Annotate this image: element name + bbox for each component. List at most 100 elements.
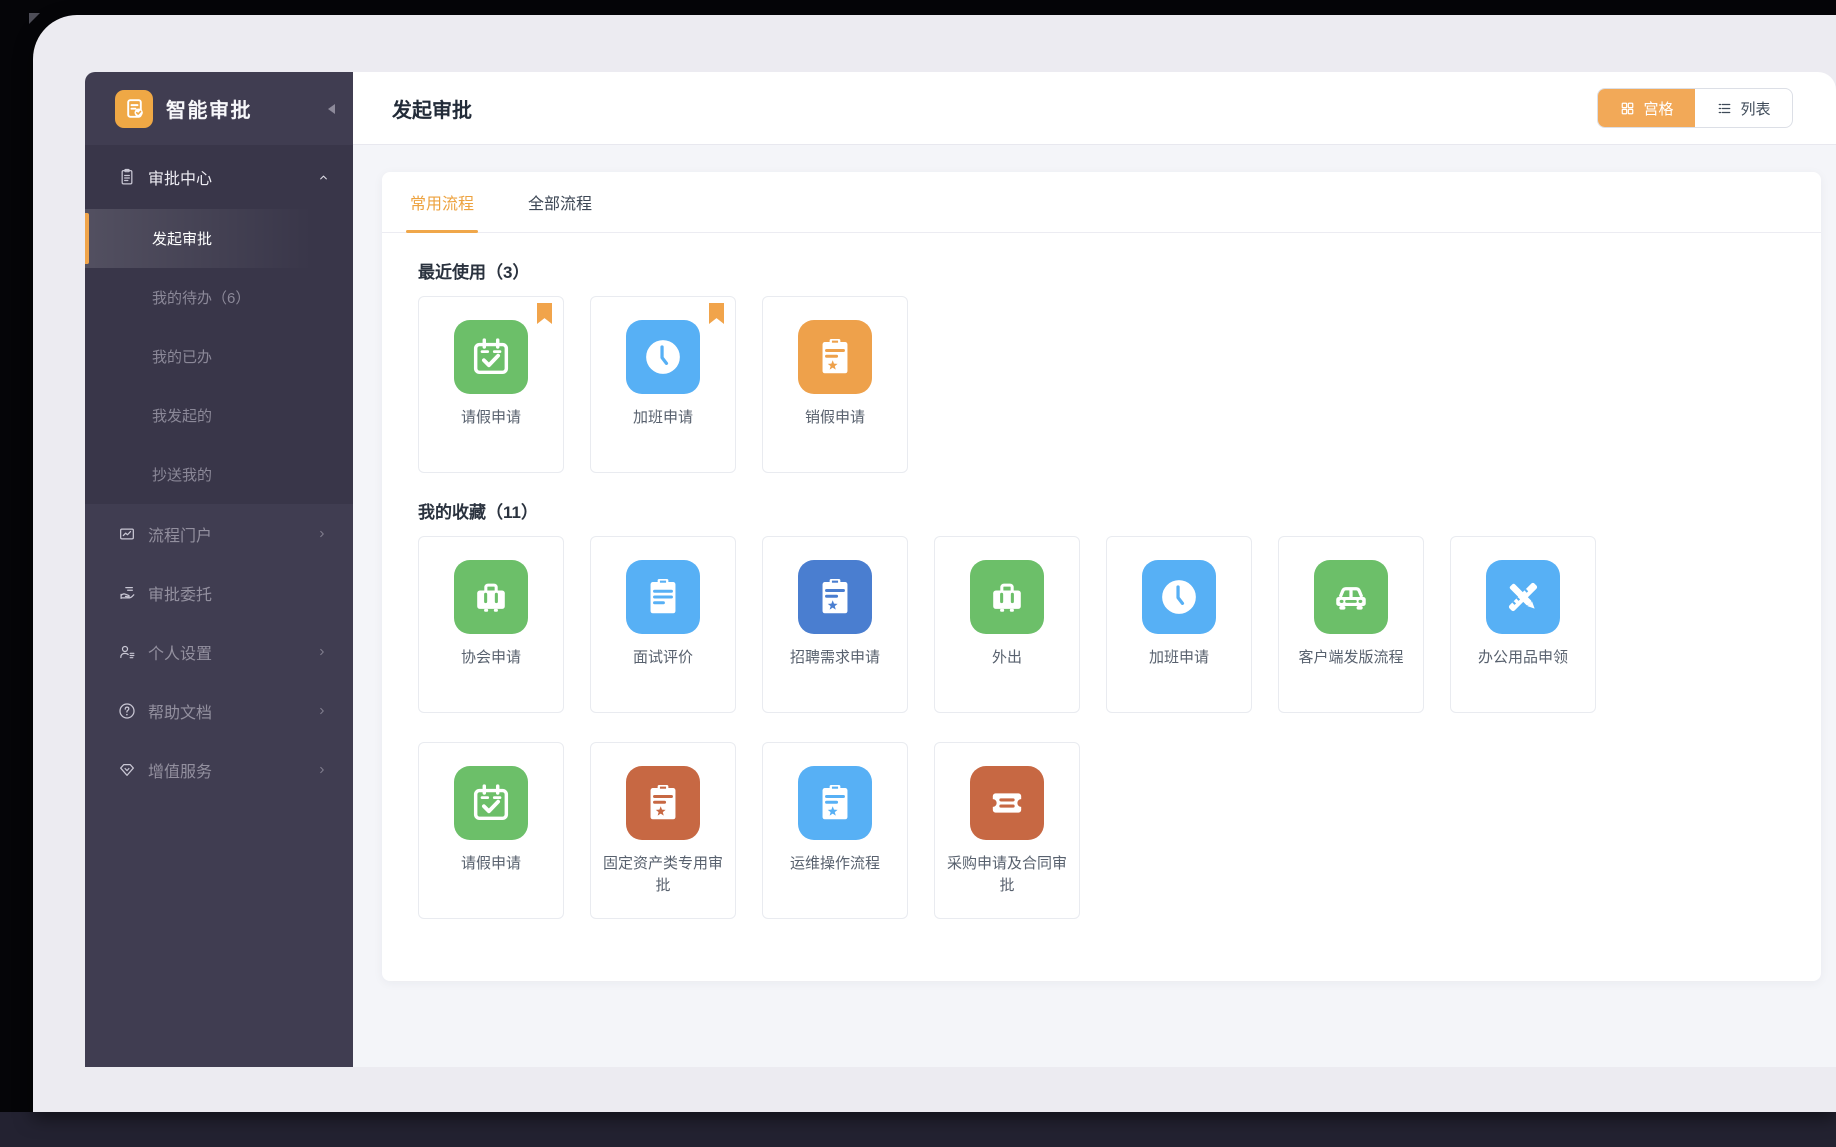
chevron-right-icon <box>315 763 329 777</box>
sidebar-item-approval-center[interactable]: 审批中心 <box>85 145 353 209</box>
sidebar-item-label: 我的待办（6） <box>152 287 250 308</box>
brand: 智能审批 <box>85 72 353 145</box>
flow-icon-tile <box>798 560 872 634</box>
chevron-right-icon <box>315 645 329 659</box>
flow-card[interactable]: 外出 <box>934 536 1080 713</box>
tab-all-flows[interactable]: 全部流程 <box>524 190 596 232</box>
flow-card-label: 办公用品申领 <box>1469 647 1577 669</box>
sidebar-item-label: 我发起的 <box>152 405 212 426</box>
grid-view-label: 宫格 <box>1643 98 1673 119</box>
delegation-hand-icon <box>117 583 137 603</box>
section-title-recent: 最近使用（3） <box>418 258 1821 283</box>
flow-card-label: 请假申请 <box>452 407 530 429</box>
list-icon <box>1716 100 1733 117</box>
app-window: 智能审批 审批中心 发起审批 我的待办（6） 我的已办 我发起的 抄送我的 <box>33 15 1836 1112</box>
briefcase-icon <box>984 574 1030 620</box>
briefcase-icon <box>468 574 514 620</box>
sidebar-item-process-portal[interactable]: 流程门户 <box>85 504 353 563</box>
flow-card[interactable]: 客户端发版流程 <box>1278 536 1424 713</box>
flow-card[interactable]: 协会申请 <box>418 536 564 713</box>
flow-card[interactable]: 采购申请及合同审批 <box>934 742 1080 919</box>
flow-icon-tile <box>798 766 872 840</box>
flow-card-label: 加班申请 <box>1140 647 1218 669</box>
flow-card[interactable]: 办公用品申领 <box>1450 536 1596 713</box>
view-toggle: 宫格 列表 <box>1597 88 1793 128</box>
sidebar-item-value-added-services[interactable]: 增值服务 <box>85 740 353 799</box>
flow-card-label: 外出 <box>983 647 1031 669</box>
sidebar-item-my-done[interactable]: 我的已办 <box>85 327 353 386</box>
flow-card[interactable]: 运维操作流程 <box>762 742 908 919</box>
clock-icon <box>1156 574 1202 620</box>
flow-icon-tile <box>626 320 700 394</box>
flow-card[interactable]: 固定资产类专用审批 <box>590 742 736 919</box>
grid-view-button[interactable]: 宫格 <box>1598 89 1695 127</box>
value-added-icon <box>117 760 137 780</box>
flow-card-label: 客户端发版流程 <box>1289 647 1412 669</box>
clipboard-star-icon <box>812 574 858 620</box>
flow-icon-tile <box>454 320 528 394</box>
flow-card-label: 面试评价 <box>624 647 702 669</box>
brand-title: 智能审批 <box>166 94 252 123</box>
portal-chart-icon <box>117 524 137 544</box>
bookmark-icon[interactable] <box>537 303 552 324</box>
flow-card-label: 固定资产类专用审批 <box>591 853 735 897</box>
flow-icon-tile <box>1314 560 1388 634</box>
sidebar-item-label: 发起审批 <box>152 228 212 249</box>
page-title: 发起审批 <box>392 94 472 123</box>
approval-center-section: 审批中心 发起审批 我的待办（6） 我的已办 我发起的 抄送我的 <box>85 145 353 504</box>
sidebar-item-help-docs[interactable]: 帮助文档 <box>85 681 353 740</box>
flow-icon-tile <box>626 766 700 840</box>
sidebar-item-label: 审批中心 <box>148 165 212 189</box>
flow-icon-tile <box>1142 560 1216 634</box>
page-header: 发起审批 宫格 列表 <box>353 72 1836 145</box>
flow-card[interactable]: 请假申请 <box>418 742 564 919</box>
sidebar-item-label: 个人设置 <box>148 640 212 664</box>
sidebar-item-label: 审批委托 <box>148 581 212 605</box>
calendar-check-icon <box>468 780 514 826</box>
tab-common-flows[interactable]: 常用流程 <box>406 190 478 232</box>
clipboard-star-icon <box>812 780 858 826</box>
flow-card-label: 加班申请 <box>624 407 702 429</box>
sidebar-item-label: 帮助文档 <box>148 699 212 723</box>
flow-icon-tile <box>454 560 528 634</box>
calendar-check-icon <box>468 334 514 380</box>
sidebar-item-label: 流程门户 <box>148 522 212 546</box>
list-view-label: 列表 <box>1740 98 1770 119</box>
clipboard-star-icon <box>812 334 858 380</box>
corner-decoration <box>29 13 40 24</box>
flow-card[interactable]: 加班申请 <box>1106 536 1252 713</box>
sidebar-item-personal-settings[interactable]: 个人设置 <box>85 622 353 681</box>
sidebar-item-my-initiated[interactable]: 我发起的 <box>85 386 353 445</box>
sidebar-item-initiate-approval[interactable]: 发起审批 <box>85 209 353 268</box>
clock-icon <box>640 334 686 380</box>
flow-card[interactable]: 请假申请 <box>418 296 564 473</box>
flow-card-label: 请假申请 <box>452 853 530 875</box>
car-icon <box>1328 574 1374 620</box>
favorites-grid-row-2: 请假申请 固定资产类专用审批 运维操作流程 <box>382 713 1821 919</box>
flow-icon-tile <box>970 560 1044 634</box>
clipboard-lines-icon <box>640 574 686 620</box>
flow-card[interactable]: 加班申请 <box>590 296 736 473</box>
grid-icon <box>1619 100 1636 117</box>
sidebar-item-cc-to-me[interactable]: 抄送我的 <box>85 445 353 504</box>
flow-card[interactable]: 招聘需求申请 <box>762 536 908 713</box>
sidebar-item-my-todo[interactable]: 我的待办（6） <box>85 268 353 327</box>
person-settings-icon <box>117 642 137 662</box>
flow-card[interactable]: 销假申请 <box>762 296 908 473</box>
tab-bar: 常用流程 全部流程 <box>382 172 1821 233</box>
flows-panel: 常用流程 全部流程 最近使用（3） 请假申请 <box>382 172 1821 981</box>
clipboard-icon <box>117 167 137 187</box>
flow-card[interactable]: 面试评价 <box>590 536 736 713</box>
sidebar-collapse-icon[interactable] <box>328 104 335 114</box>
favorites-grid-row-1: 协会申请 面试评价 招聘需求申请 <box>382 523 1821 713</box>
sidebar: 智能审批 审批中心 发起审批 我的待办（6） 我的已办 我发起的 抄送我的 <box>85 72 353 1067</box>
sidebar-item-label: 增值服务 <box>148 758 212 782</box>
bookmark-icon[interactable] <box>709 303 724 324</box>
section-title-favorites: 我的收藏（11） <box>418 498 1821 523</box>
sidebar-item-approval-delegation[interactable]: 审批委托 <box>85 563 353 622</box>
list-view-button[interactable]: 列表 <box>1695 89 1792 127</box>
sidebar-item-label: 我的已办 <box>152 346 212 367</box>
chevron-right-icon <box>315 527 329 541</box>
app-logo <box>115 90 153 128</box>
flow-icon-tile <box>454 766 528 840</box>
